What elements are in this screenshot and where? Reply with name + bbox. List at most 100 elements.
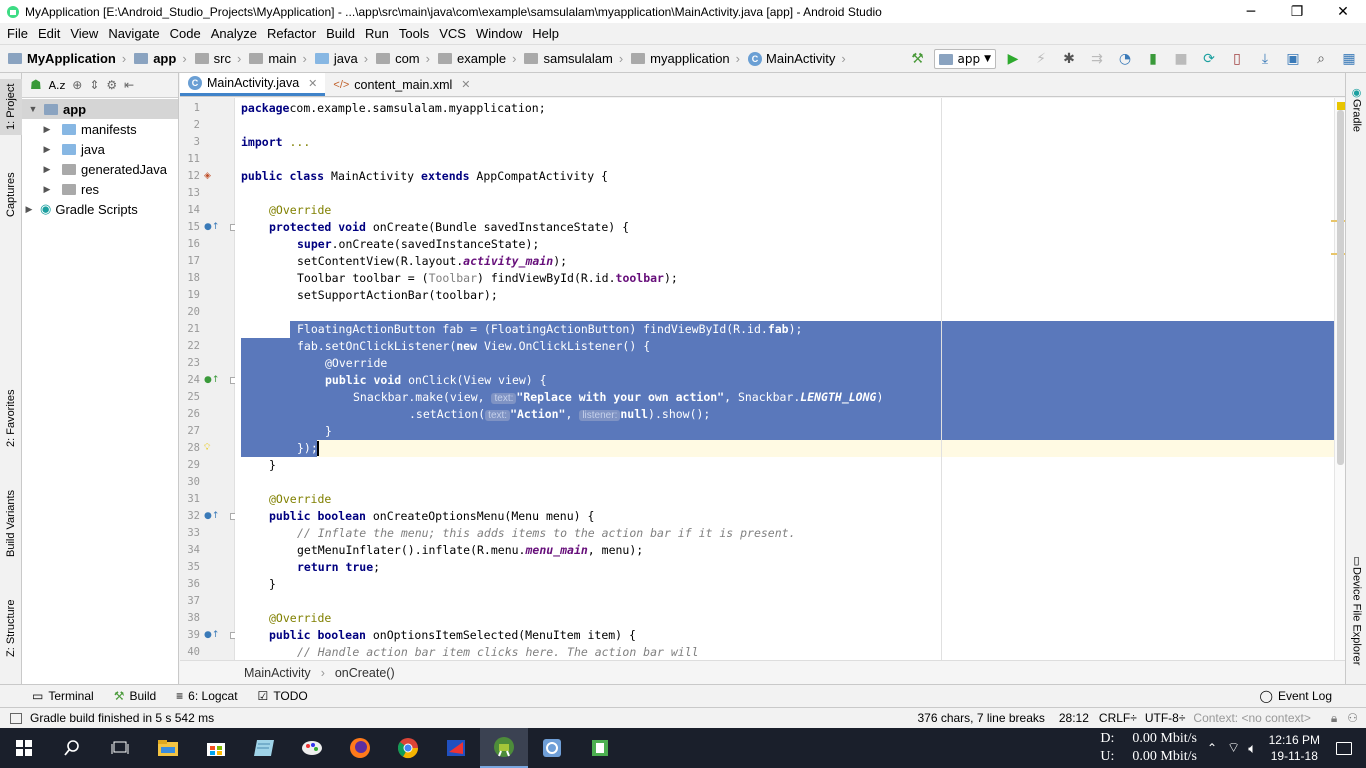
line-number[interactable]: 2 (180, 119, 200, 131)
code-editor[interactable]: packagecom.example.samsulalam.myapplicat… (235, 98, 1334, 660)
attach-debugger-icon[interactable]: ⇉ (1086, 48, 1108, 70)
line-number[interactable]: 27 (180, 425, 200, 437)
code-line[interactable]: public class MainActivity extends AppCom… (235, 168, 1334, 185)
tab-favorites[interactable]: 2: Favorites (0, 388, 22, 448)
code-line[interactable]: import ... (235, 134, 1334, 151)
menu-window[interactable]: Window (471, 26, 527, 41)
code-line[interactable]: protected void onCreate(Bundle savedInst… (235, 219, 1334, 236)
line-number[interactable]: 37 (180, 595, 200, 607)
status-message[interactable]: Gradle build finished in 5 s 542 ms (30, 711, 214, 725)
breadcrumb-mainactivity[interactable]: C MainActivity › (740, 51, 846, 66)
menu-view[interactable]: View (65, 26, 103, 41)
green-app[interactable] (576, 728, 624, 768)
notification-icon[interactable] (1336, 741, 1352, 755)
menu-analyze[interactable]: Analyze (206, 26, 262, 41)
line-number[interactable]: 34 (180, 544, 200, 556)
code-line[interactable]: public boolean onOptionsItemSelected(Men… (235, 627, 1334, 644)
line-number[interactable]: 22 (180, 340, 200, 352)
code-line[interactable]: Toolbar toolbar = (Toolbar) findViewById… (235, 270, 1334, 287)
tree-item-gradle-scripts[interactable]: ▶ ◉ Gradle Scripts (22, 199, 178, 219)
breadcrumb-class[interactable]: MainActivity (244, 666, 311, 680)
line-number[interactable]: 24 (180, 374, 200, 386)
code-line[interactable]: public void onClick(View view) { (235, 372, 1334, 389)
code-line[interactable]: .setAction(text: "Action", listener: null)… (235, 406, 1334, 423)
line-number[interactable]: 16 (180, 238, 200, 250)
override-marker-icon[interactable]: ●↑ (204, 511, 219, 521)
paint-app[interactable] (288, 728, 336, 768)
menu-tools[interactable]: Tools (394, 26, 434, 41)
minimize-button[interactable]: ─ (1228, 0, 1274, 23)
line-number[interactable]: 25 (180, 391, 200, 403)
code-line[interactable]: super.onCreate(savedInstanceState); (235, 236, 1334, 253)
clock[interactable]: 12:16 PM 19-11-18 (1269, 732, 1320, 764)
task-view-button[interactable] (96, 728, 144, 768)
android-view-icon[interactable]: ☗ (30, 78, 42, 93)
hide-panel-icon[interactable]: ⇤ (124, 78, 134, 92)
tab-content-main-xml[interactable]: </> content_main.xml ✕ (325, 73, 478, 96)
scrollbar-thumb[interactable] (1337, 110, 1344, 465)
tool-event-log[interactable]: ◯ Event Log (1250, 689, 1342, 703)
tool-todo[interactable]: ☑ TODO (248, 689, 318, 703)
line-number[interactable]: 35 (180, 561, 200, 573)
code-line[interactable] (235, 151, 1334, 168)
class-layout-icon[interactable]: ◈ (204, 171, 211, 181)
line-number[interactable]: 29 (180, 459, 200, 471)
breadcrumb-main[interactable]: main › (241, 51, 307, 66)
line-number[interactable]: 12 (180, 170, 200, 182)
control-panel-app[interactable] (528, 728, 576, 768)
editor-scrollbar[interactable] (1331, 98, 1345, 660)
code-line[interactable] (235, 304, 1334, 321)
menu-navigate[interactable]: Navigate (103, 26, 164, 41)
line-number[interactable]: 20 (180, 306, 200, 318)
line-number[interactable]: 11 (180, 153, 200, 165)
locate-icon[interactable]: ⊕ (72, 78, 82, 92)
line-number[interactable]: 38 (180, 612, 200, 624)
menu-edit[interactable]: Edit (33, 26, 65, 41)
code-line[interactable]: public boolean onCreateOptionsMenu(Menu … (235, 508, 1334, 525)
line-number[interactable]: 17 (180, 255, 200, 267)
code-line[interactable]: } (235, 576, 1334, 593)
visual-studio-app[interactable] (432, 728, 480, 768)
tab-device-file-explorer[interactable]: ▯ Device File Explorer (1346, 553, 1366, 667)
code-line[interactable]: Snackbar.make(view, text: "Replace with y… (235, 389, 1334, 406)
store-app[interactable] (192, 728, 240, 768)
sdk-manager-icon[interactable]: ⤓ (1254, 48, 1276, 70)
tree-item-app[interactable]: ▼ app (22, 99, 178, 119)
layout-icon[interactable]: ▦ (1338, 48, 1360, 70)
wifi-icon[interactable]: ⌔ (1227, 739, 1240, 757)
code-line[interactable]: setContentView(R.layout.activity_main); (235, 253, 1334, 270)
tab-mainactivity-java[interactable]: C MainActivity.java ✕ (180, 73, 326, 96)
breadcrumb-method[interactable]: onCreate() (335, 666, 395, 680)
tree-item-java[interactable]: ▶ java (22, 139, 178, 159)
code-line[interactable] (235, 474, 1334, 491)
code-line[interactable]: @Override (235, 355, 1334, 372)
code-line[interactable]: return true; (235, 559, 1334, 576)
maximize-button[interactable]: ❐ (1274, 0, 1320, 23)
breadcrumb-project[interactable]: MyApplication › (0, 51, 126, 66)
code-line[interactable]: // Handle action bar item clicks here. T… (235, 644, 1334, 660)
line-number[interactable]: 39 (180, 629, 200, 641)
profile-icon[interactable]: ◔ (1114, 48, 1136, 70)
collapse-icon[interactable]: ⇕ (89, 78, 99, 92)
override-marker-icon[interactable]: ●↑ (204, 630, 219, 640)
line-number[interactable]: 3 (180, 136, 200, 148)
code-line[interactable]: } (235, 423, 1334, 440)
chrome-app[interactable] (384, 728, 432, 768)
tab-gradle[interactable]: ◉ Gradle (1346, 81, 1366, 137)
tree-item-manifests[interactable]: ▶ manifests (22, 119, 178, 139)
code-line[interactable]: // Inflate the menu; this adds items to … (235, 525, 1334, 542)
status-panel-toggle-icon[interactable] (10, 712, 22, 724)
code-line[interactable]: @Override (235, 610, 1334, 627)
code-line[interactable]: @Override (235, 202, 1334, 219)
implement-marker-icon[interactable]: ●↑ (204, 375, 219, 385)
code-line[interactable] (235, 117, 1334, 134)
breadcrumb-com[interactable]: com › (368, 51, 430, 66)
firefox-app[interactable] (336, 728, 384, 768)
file-explorer-app[interactable] (144, 728, 192, 768)
line-number[interactable]: 15 (180, 221, 200, 233)
inspector-icon[interactable]: ⚇ (1347, 711, 1358, 725)
run-icon[interactable]: ▶ (1002, 48, 1024, 70)
tab-build-variants[interactable]: Build Variants (0, 483, 22, 563)
breadcrumb-example[interactable]: example › (430, 51, 516, 66)
line-number[interactable]: 26 (180, 408, 200, 420)
